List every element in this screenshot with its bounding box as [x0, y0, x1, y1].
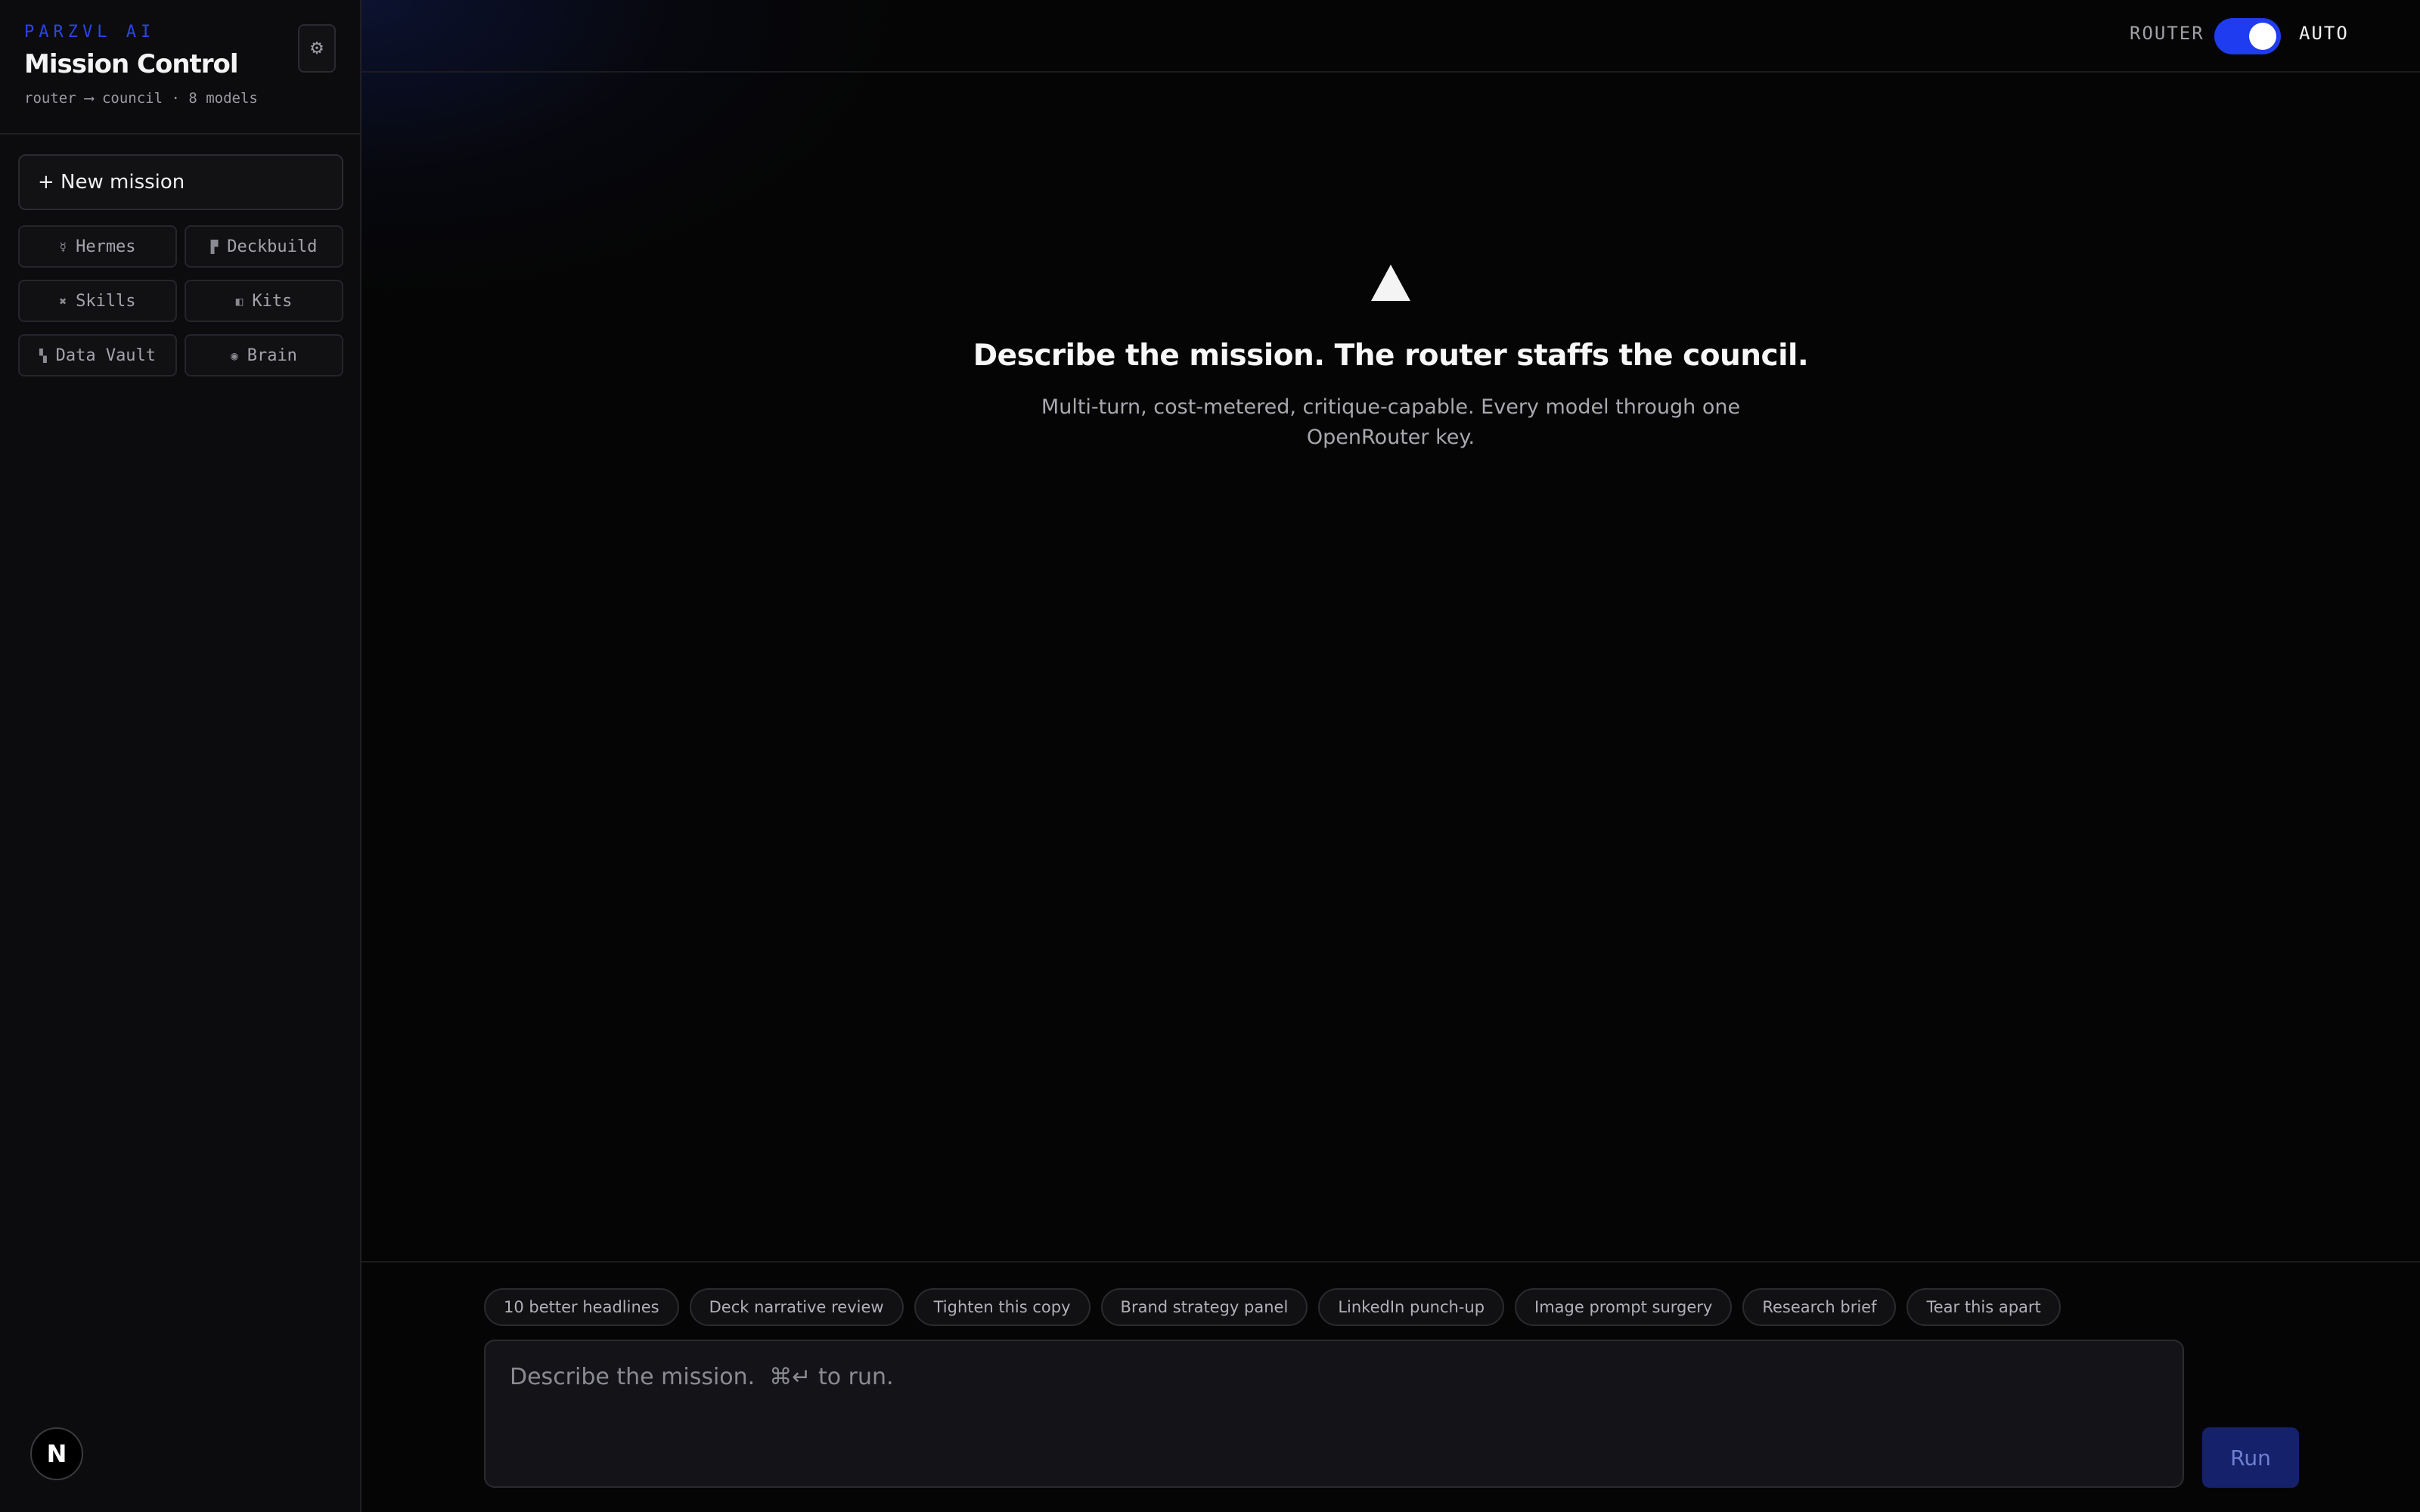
suggestion-chip[interactable]: 10 better headlines	[484, 1288, 679, 1326]
composer-divider	[361, 1261, 2420, 1263]
nav-kits-button[interactable]: ◧ Kits	[185, 280, 343, 322]
brand-block: PARZVL AI Mission Control router ⟶ counc…	[24, 23, 258, 107]
suggestion-chip[interactable]: Image prompt surgery	[1515, 1288, 1733, 1326]
hermes-icon: ☿	[59, 239, 67, 254]
nav-skills-button[interactable]: ✖ Skills	[18, 280, 177, 322]
nav-brain-button[interactable]: ◉ Brain	[185, 334, 343, 376]
suggestion-chips: 10 better headlines Deck narrative revie…	[484, 1288, 2061, 1326]
triangle-icon	[1371, 265, 1410, 301]
deckbuild-icon: ▛	[210, 239, 219, 254]
mission-input[interactable]	[486, 1341, 2183, 1486]
empty-state-heading: Describe the mission. The router staffs …	[973, 339, 1809, 373]
settings-button[interactable]: ⚙	[298, 24, 336, 73]
suggestion-chip[interactable]: Research brief	[1742, 1288, 1897, 1326]
router-label: ROUTER	[2130, 23, 2204, 44]
suggestion-chip[interactable]: LinkedIn punch-up	[1318, 1288, 1505, 1326]
brand-label: PARZVL AI	[24, 23, 156, 42]
router-toggle[interactable]	[2214, 18, 2281, 54]
data-vault-icon: ▚	[39, 348, 47, 363]
avatar[interactable]: N	[30, 1427, 83, 1480]
suggestion-chip[interactable]: Tighten this copy	[914, 1288, 1091, 1326]
skills-icon: ✖	[59, 293, 67, 308]
suggestion-chip[interactable]: Brand strategy panel	[1100, 1288, 1308, 1326]
nav-deckbuild-button[interactable]: ▛ Deckbuild	[185, 225, 343, 268]
brain-icon: ◉	[231, 348, 238, 363]
mode-label: AUTO	[2299, 23, 2349, 44]
run-button[interactable]: Run	[2202, 1427, 2299, 1488]
suggestion-chip[interactable]: Deck narrative review	[689, 1288, 904, 1326]
nav-grid: ☿ Hermes ▛ Deckbuild ✖ Skills ◧ Kits ▚ D…	[18, 225, 343, 376]
main-panel: ROUTER AUTO Describe the mission. The ro…	[361, 0, 2420, 1512]
kits-icon: ◧	[235, 293, 244, 308]
topbar: ROUTER AUTO	[361, 0, 2420, 73]
suggestion-chip[interactable]: Tear this apart	[1907, 1288, 2061, 1326]
prompt-box	[484, 1340, 2184, 1488]
app-subtitle: router ⟶ council · 8 models	[24, 90, 258, 107]
new-mission-button[interactable]: + New mission	[18, 154, 343, 210]
nav-label: Deckbuild	[227, 237, 318, 256]
sidebar-divider	[0, 133, 361, 135]
toggle-knob	[2249, 23, 2276, 50]
nav-label: Brain	[247, 345, 297, 365]
nav-label: Skills	[76, 291, 136, 311]
nav-data-vault-button[interactable]: ▚ Data Vault	[18, 334, 177, 376]
nav-label: Hermes	[76, 237, 136, 256]
empty-state-subheading: Multi-turn, cost-metered, critique-capab…	[1041, 395, 1741, 449]
gear-icon: ⚙	[309, 39, 324, 58]
nav-label: Data Vault	[55, 345, 157, 365]
nav-label: Kits	[252, 291, 293, 311]
sidebar: PARZVL AI Mission Control router ⟶ counc…	[0, 0, 361, 1512]
app-title: Mission Control	[24, 49, 239, 79]
empty-state: Describe the mission. The router staffs …	[361, 265, 2420, 453]
nav-hermes-button[interactable]: ☿ Hermes	[18, 225, 177, 268]
